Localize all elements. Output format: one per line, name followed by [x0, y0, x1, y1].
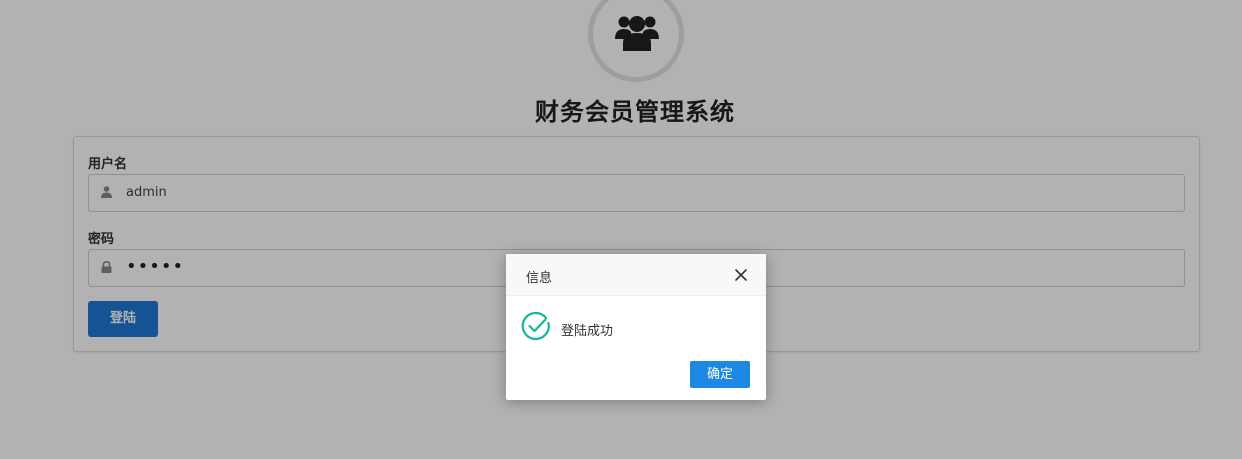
close-icon[interactable] — [734, 268, 748, 282]
dialog-message: 登陆成功 — [561, 324, 614, 339]
check-circle-icon — [521, 311, 550, 341]
dialog-title: 信息 — [526, 271, 553, 286]
message-dialog: 信息 登陆成功 确定 — [506, 254, 766, 400]
confirm-button[interactable]: 确定 — [690, 361, 750, 388]
dialog-header: 信息 — [506, 254, 766, 296]
